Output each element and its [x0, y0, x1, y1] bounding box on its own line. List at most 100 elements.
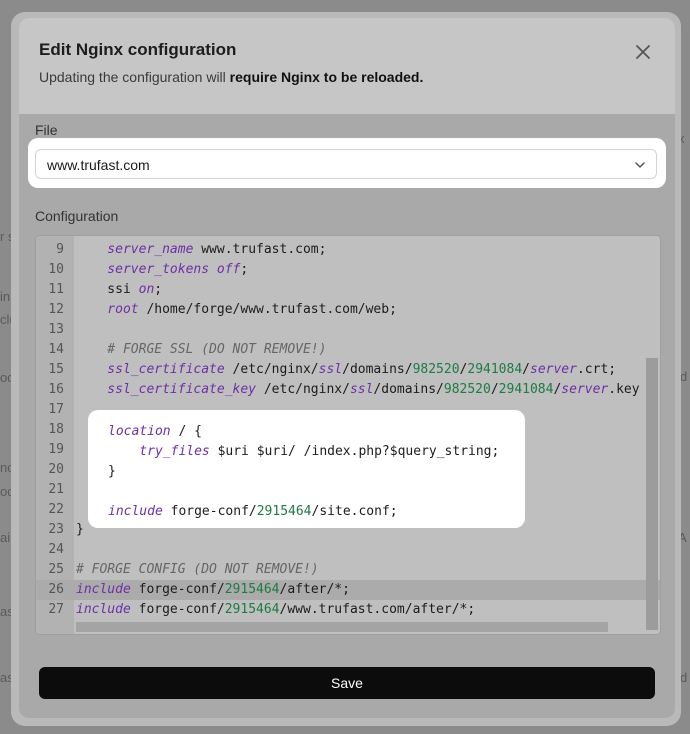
code-line[interactable]: 11 ssi on;	[36, 280, 660, 300]
highlight-code-line: include forge-conf/2915464/site.conf;	[108, 502, 398, 522]
bg-text: d	[680, 369, 688, 384]
code-token: /	[522, 362, 530, 377]
line-number: 17	[48, 402, 64, 417]
save-button[interactable]: Save	[39, 667, 655, 699]
code-token: /etc/nginx/	[256, 382, 350, 397]
code-token: try_files	[108, 444, 210, 459]
line-number: 13	[48, 322, 64, 337]
highlight-code-line: location / {	[108, 422, 202, 442]
code-line[interactable]: 10 server_tokens off;	[36, 260, 660, 280]
code-highlight-callout: location / { try_files $uri $uri/ /index…	[88, 410, 525, 528]
code-token: ssl	[349, 382, 374, 397]
code-token: /www.trufast.com/after/*;	[279, 602, 476, 617]
line-code: server_tokens off;	[76, 260, 248, 280]
code-token: /site.conf;	[311, 504, 398, 519]
code-line[interactable]: 26 include forge-conf/2915464/after/*;	[36, 580, 660, 600]
code-token: 982520	[412, 362, 460, 377]
code-line[interactable]: 25 # FORGE CONFIG (DO NOT REMOVE!)	[36, 560, 660, 580]
horizontal-scrollbar[interactable]	[76, 622, 608, 632]
file-select-value: www.trufast.com	[47, 157, 150, 173]
code-token: # FORGE SSL (DO NOT REMOVE!)	[76, 342, 327, 357]
line-code: include forge-conf/2915464/www.trufast.c…	[76, 600, 475, 620]
code-token: ;	[154, 282, 163, 297]
code-token: .crt;	[576, 362, 617, 377]
line-number: 26	[48, 582, 64, 597]
code-token: forge-conf/	[130, 582, 225, 597]
line-number: 20	[48, 462, 64, 477]
code-token: off	[216, 262, 241, 277]
line-number: 24	[48, 542, 64, 557]
close-icon	[636, 45, 650, 59]
line-code: server_name www.trufast.com;	[76, 240, 326, 260]
code-token: forge-conf/	[162, 504, 257, 519]
code-token: .key	[608, 382, 640, 397]
highlight-code-line: try_files $uri $uri/ /index.php?$query_s…	[108, 442, 499, 462]
code-token: 982520	[443, 382, 491, 397]
line-number: 11	[48, 282, 64, 297]
modal-title: Edit Nginx configuration	[39, 40, 237, 59]
code-token: www.trufast.com;	[193, 242, 327, 257]
code-token: root	[76, 302, 139, 317]
line-number: 23	[48, 522, 64, 537]
edit-nginx-modal: Edit Nginx configuration Updating the co…	[19, 18, 675, 718]
code-token: /	[490, 382, 499, 397]
subtitle-text: Updating the configuration will	[39, 69, 230, 85]
code-token: 2915464	[224, 602, 280, 617]
code-line[interactable]: 12 root /home/forge/www.trufast.com/web;	[36, 300, 660, 320]
code-token: server_tokens	[76, 262, 210, 277]
file-select[interactable]: www.trufast.com	[35, 149, 657, 179]
code-line[interactable]: 16 ssl_certificate_key /etc/nginx/ssl/do…	[36, 380, 660, 400]
code-token: location	[108, 424, 171, 439]
file-label: File	[35, 122, 58, 138]
code-token: 2941084	[498, 382, 554, 397]
code-token: server	[561, 382, 609, 397]
modal-header: Edit Nginx configuration Updating the co…	[19, 18, 675, 114]
code-token: include	[76, 602, 131, 617]
line-number: 27	[48, 602, 64, 617]
code-line[interactable]: 14 # FORGE SSL (DO NOT REMOVE!)	[36, 340, 660, 360]
bg-text: ai	[0, 530, 11, 545]
code-token: 2941084	[467, 362, 523, 377]
configuration-label: Configuration	[35, 208, 119, 224]
code-token: forge-conf/	[130, 602, 225, 617]
code-token: / {	[170, 424, 202, 439]
code-token: 2915464	[256, 504, 312, 519]
line-code: # FORGE SSL (DO NOT REMOVE!)	[76, 340, 326, 360]
line-code: ssl_certificate_key /etc/nginx/ssl/domai…	[76, 380, 640, 400]
highlight-code-line: }	[108, 462, 116, 482]
code-token: ssl_certificate	[76, 362, 225, 377]
line-code: ssi on;	[76, 280, 162, 300]
subtitle-strong: require Nginx to be reloaded.	[229, 69, 424, 85]
code-line[interactable]: 15 ssl_certificate /etc/nginx/ssl/domain…	[36, 360, 660, 380]
code-token: ;	[240, 262, 249, 277]
code-line[interactable]: 27 include forge-conf/2915464/www.trufast…	[36, 600, 660, 620]
code-line[interactable]: 13	[36, 320, 660, 340]
code-token: include	[108, 504, 163, 519]
line-number: 21	[48, 482, 64, 497]
line-number: 16	[48, 382, 64, 397]
line-code: root /home/forge/www.trufast.com/web;	[76, 300, 397, 320]
close-button[interactable]	[633, 42, 653, 62]
code-token: server	[530, 362, 577, 377]
line-number: 9	[56, 242, 64, 257]
line-number: 25	[48, 562, 64, 577]
line-code: include forge-conf/2915464/after/*;	[76, 580, 350, 600]
line-number: 18	[48, 422, 64, 437]
bg-text: in	[0, 289, 11, 304]
vertical-scrollbar[interactable]	[646, 358, 658, 630]
code-token: 2915464	[224, 582, 280, 597]
code-token: /after/*;	[279, 582, 350, 597]
code-token: ssl_certificate_key	[76, 382, 257, 397]
code-token: on	[138, 282, 155, 297]
bg-text: d	[680, 670, 688, 685]
code-token: /domains/	[342, 362, 413, 377]
code-line[interactable]: 9 server_name www.trufast.com;	[36, 240, 660, 260]
code-token: /domains/	[373, 382, 444, 397]
code-line[interactable]: 24	[36, 540, 660, 560]
line-code: # FORGE CONFIG (DO NOT REMOVE!)	[76, 560, 319, 580]
line-number: 10	[48, 262, 64, 277]
line-number: 19	[48, 442, 64, 457]
file-select-wrapper: www.trufast.com	[28, 138, 666, 188]
code-token: # FORGE CONFIG (DO NOT REMOVE!)	[76, 562, 319, 577]
